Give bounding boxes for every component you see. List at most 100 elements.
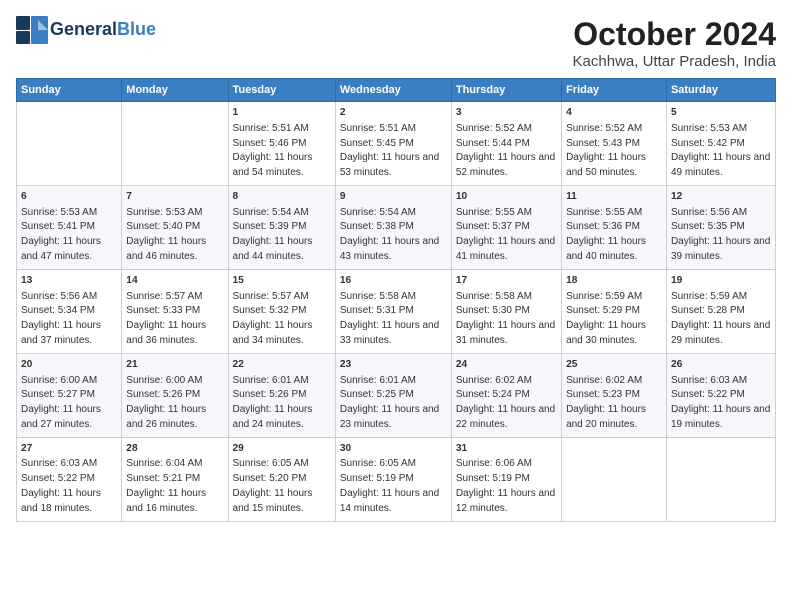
day-info: Sunrise: 5:51 AM Sunset: 5:45 PM Dayligh… <box>340 123 439 178</box>
calendar-cell: 30Sunrise: 6:05 AM Sunset: 5:19 PM Dayli… <box>335 437 451 521</box>
day-number: 5 <box>671 106 771 121</box>
calendar-cell <box>17 102 122 186</box>
day-info: Sunrise: 5:56 AM Sunset: 5:34 PM Dayligh… <box>21 291 101 346</box>
day-info: Sunrise: 5:57 AM Sunset: 5:32 PM Dayligh… <box>233 291 313 346</box>
calendar-cell: 13 Sunrise: 5:56 AM Sunset: 5:34 PM Dayli… <box>17 269 122 353</box>
day-info: Sunrise: 6:00 AM Sunset: 5:27 PM Dayligh… <box>21 375 101 430</box>
day-number: 11 <box>566 190 662 205</box>
day-number: 21 <box>126 358 223 373</box>
day-info: Sunrise: 6:02 AM Sunset: 5:24 PM Dayligh… <box>456 375 555 430</box>
day-info: Sunrise: 5:55 AM Sunset: 5:36 PM Dayligh… <box>566 207 646 262</box>
day-info: Sunrise: 5:52 AM Sunset: 5:43 PM Dayligh… <box>566 123 646 178</box>
day-number: 26 <box>671 358 771 373</box>
calendar-cell: 2 Sunrise: 5:51 AM Sunset: 5:45 PM Daylig… <box>335 102 451 186</box>
day-number: 10 <box>456 190 557 205</box>
day-number: 15 <box>233 274 331 289</box>
calendar-cell: 25 Sunrise: 6:02 AM Sunset: 5:23 PM Dayli… <box>562 353 667 437</box>
day-number: 9 <box>340 190 447 205</box>
calendar-table: SundayMondayTuesdayWednesdayThursdayFrid… <box>16 78 776 522</box>
main-container: GeneralBlue October 2024 Kachhwa, Uttar … <box>0 0 792 530</box>
col-header-friday: Friday <box>562 79 667 102</box>
day-info: Sunrise: 5:58 AM Sunset: 5:30 PM Dayligh… <box>456 291 555 346</box>
col-header-sunday: Sunday <box>17 79 122 102</box>
calendar-cell: 15 Sunrise: 5:57 AM Sunset: 5:32 PM Dayli… <box>228 269 335 353</box>
calendar-cell: 1Sunrise: 5:51 AM Sunset: 5:46 PM Daylig… <box>228 102 335 186</box>
day-info: Sunrise: 5:57 AM Sunset: 5:33 PM Dayligh… <box>126 291 206 346</box>
calendar-cell: 8Sunrise: 5:54 AM Sunset: 5:39 PM Daylig… <box>228 185 335 269</box>
calendar-cell: 12 Sunrise: 5:56 AM Sunset: 5:35 PM Dayli… <box>666 185 775 269</box>
day-info: Sunrise: 5:59 AM Sunset: 5:29 PM Dayligh… <box>566 291 646 346</box>
calendar-cell: 3Sunrise: 5:52 AM Sunset: 5:44 PM Daylig… <box>451 102 561 186</box>
calendar-cell: 4 Sunrise: 5:52 AM Sunset: 5:43 PM Daylig… <box>562 102 667 186</box>
page-title: October 2024 <box>573 16 776 53</box>
day-number: 7 <box>126 190 223 205</box>
day-info: Sunrise: 6:05 AM Sunset: 5:20 PM Dayligh… <box>233 458 313 513</box>
day-number: 14 <box>126 274 223 289</box>
calendar-cell: 10Sunrise: 5:55 AM Sunset: 5:37 PM Dayli… <box>451 185 561 269</box>
day-info: Sunrise: 6:01 AM Sunset: 5:25 PM Dayligh… <box>340 375 439 430</box>
day-number: 12 <box>671 190 771 205</box>
calendar-header-row: SundayMondayTuesdayWednesdayThursdayFrid… <box>17 79 776 102</box>
calendar-cell: 6Sunrise: 5:53 AM Sunset: 5:41 PM Daylig… <box>17 185 122 269</box>
day-number: 2 <box>340 106 447 121</box>
calendar-cell: 29Sunrise: 6:05 AM Sunset: 5:20 PM Dayli… <box>228 437 335 521</box>
col-header-wednesday: Wednesday <box>335 79 451 102</box>
day-info: Sunrise: 5:58 AM Sunset: 5:31 PM Dayligh… <box>340 291 439 346</box>
day-number: 16 <box>340 274 447 289</box>
logo-blue: Blue <box>117 19 156 39</box>
title-area: October 2024 Kachhwa, Uttar Pradesh, Ind… <box>573 16 776 70</box>
day-info: Sunrise: 6:02 AM Sunset: 5:23 PM Dayligh… <box>566 375 646 430</box>
day-number: 13 <box>21 274 117 289</box>
calendar-cell: 27Sunrise: 6:03 AM Sunset: 5:22 PM Dayli… <box>17 437 122 521</box>
logo: GeneralBlue <box>16 16 156 44</box>
calendar-cell: 26 Sunrise: 6:03 AM Sunset: 5:22 PM Dayli… <box>666 353 775 437</box>
calendar-cell: 21 Sunrise: 6:00 AM Sunset: 5:26 PM Dayli… <box>122 353 228 437</box>
calendar-week-row: 1Sunrise: 5:51 AM Sunset: 5:46 PM Daylig… <box>17 102 776 186</box>
day-info: Sunrise: 6:03 AM Sunset: 5:22 PM Dayligh… <box>21 458 101 513</box>
day-number: 6 <box>21 190 117 205</box>
day-info: Sunrise: 6:04 AM Sunset: 5:21 PM Dayligh… <box>126 458 206 513</box>
day-info: Sunrise: 5:52 AM Sunset: 5:44 PM Dayligh… <box>456 123 555 178</box>
day-number: 27 <box>21 442 117 457</box>
day-number: 25 <box>566 358 662 373</box>
col-header-saturday: Saturday <box>666 79 775 102</box>
calendar-cell: 16 Sunrise: 5:58 AM Sunset: 5:31 PM Dayli… <box>335 269 451 353</box>
day-number: 31 <box>456 442 557 457</box>
day-info: Sunrise: 6:06 AM Sunset: 5:19 PM Dayligh… <box>456 458 555 513</box>
day-number: 24 <box>456 358 557 373</box>
day-number: 8 <box>233 190 331 205</box>
day-number: 22 <box>233 358 331 373</box>
calendar-cell <box>122 102 228 186</box>
day-number: 28 <box>126 442 223 457</box>
day-info: Sunrise: 5:51 AM Sunset: 5:46 PM Dayligh… <box>233 123 313 178</box>
day-info: Sunrise: 5:59 AM Sunset: 5:28 PM Dayligh… <box>671 291 770 346</box>
day-info: Sunrise: 5:54 AM Sunset: 5:38 PM Dayligh… <box>340 207 439 262</box>
day-info: Sunrise: 6:01 AM Sunset: 5:26 PM Dayligh… <box>233 375 313 430</box>
calendar-cell: 19Sunrise: 5:59 AM Sunset: 5:28 PM Dayli… <box>666 269 775 353</box>
calendar-cell: 22 Sunrise: 6:01 AM Sunset: 5:26 PM Dayli… <box>228 353 335 437</box>
calendar-cell: 28Sunrise: 6:04 AM Sunset: 5:21 PM Dayli… <box>122 437 228 521</box>
day-number: 30 <box>340 442 447 457</box>
day-info: Sunrise: 6:05 AM Sunset: 5:19 PM Dayligh… <box>340 458 439 513</box>
calendar-week-row: 13 Sunrise: 5:56 AM Sunset: 5:34 PM Dayli… <box>17 269 776 353</box>
calendar-cell: 5 Sunrise: 5:53 AM Sunset: 5:42 PM Daylig… <box>666 102 775 186</box>
logo-icon <box>16 16 48 44</box>
day-info: Sunrise: 6:03 AM Sunset: 5:22 PM Dayligh… <box>671 375 770 430</box>
calendar-cell: 23Sunrise: 6:01 AM Sunset: 5:25 PM Dayli… <box>335 353 451 437</box>
calendar-cell <box>666 437 775 521</box>
calendar-week-row: 6Sunrise: 5:53 AM Sunset: 5:41 PM Daylig… <box>17 185 776 269</box>
day-info: Sunrise: 6:00 AM Sunset: 5:26 PM Dayligh… <box>126 375 206 430</box>
day-info: Sunrise: 5:56 AM Sunset: 5:35 PM Dayligh… <box>671 207 770 262</box>
day-number: 4 <box>566 106 662 121</box>
header: GeneralBlue October 2024 Kachhwa, Uttar … <box>16 16 776 70</box>
calendar-cell: 11 Sunrise: 5:55 AM Sunset: 5:36 PM Dayli… <box>562 185 667 269</box>
calendar-cell: 18 Sunrise: 5:59 AM Sunset: 5:29 PM Dayli… <box>562 269 667 353</box>
col-header-thursday: Thursday <box>451 79 561 102</box>
day-info: Sunrise: 5:53 AM Sunset: 5:42 PM Dayligh… <box>671 123 770 178</box>
calendar-cell <box>562 437 667 521</box>
calendar-cell: 14 Sunrise: 5:57 AM Sunset: 5:33 PM Dayli… <box>122 269 228 353</box>
calendar-cell: 31Sunrise: 6:06 AM Sunset: 5:19 PM Dayli… <box>451 437 561 521</box>
col-header-monday: Monday <box>122 79 228 102</box>
day-number: 18 <box>566 274 662 289</box>
calendar-cell: 20Sunrise: 6:00 AM Sunset: 5:27 PM Dayli… <box>17 353 122 437</box>
